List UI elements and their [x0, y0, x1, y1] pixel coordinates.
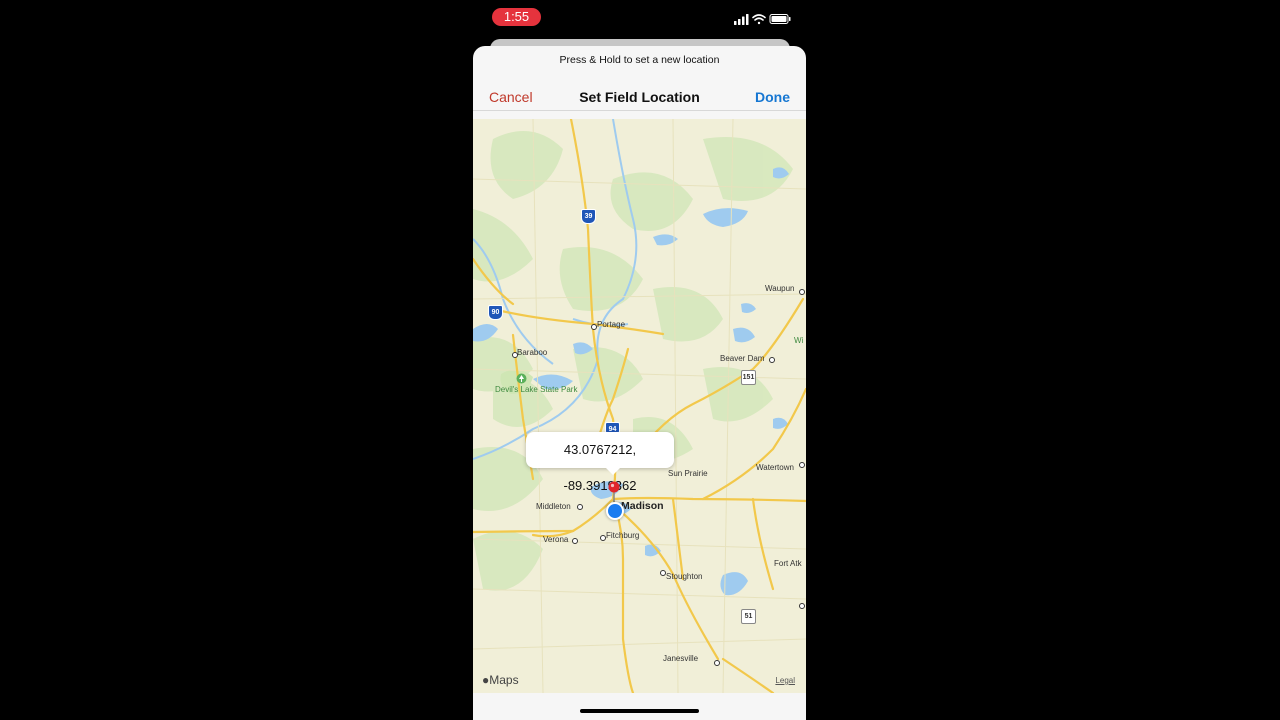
- status-time[interactable]: 1:55: [492, 8, 541, 26]
- place-label-janesville: Janesville: [663, 654, 699, 663]
- legal-link[interactable]: Legal: [775, 676, 795, 685]
- set-location-sheet: Press & Hold to set a new location Cance…: [473, 46, 806, 720]
- watertown-marker: [799, 462, 805, 468]
- battery-icon: [769, 14, 791, 24]
- place-label-baraboo: Baraboo: [517, 348, 548, 357]
- hint-text: Press & Hold to set a new location: [559, 54, 720, 66]
- maps-attribution-text: Maps: [489, 673, 519, 687]
- waupun-marker: [799, 289, 805, 295]
- user-location-icon: [606, 502, 624, 520]
- cancel-button[interactable]: Cancel: [489, 89, 533, 105]
- map-view[interactable]: Portage Baraboo Devil's Lake State Park …: [473, 119, 806, 693]
- done-button[interactable]: Done: [755, 89, 790, 105]
- map-base: [473, 119, 806, 693]
- beaver-dam-marker: [769, 357, 775, 363]
- edge-town-marker: [799, 603, 805, 609]
- place-label-stoughton: Stoughton: [666, 572, 703, 581]
- place-label-sun-prairie: Sun Prairie: [668, 469, 708, 478]
- place-label-devils-lake: Devil's Lake State Park: [495, 385, 578, 394]
- status-icons: [734, 14, 791, 25]
- place-label-middleton: Middleton: [536, 502, 571, 511]
- signal-icon: [734, 14, 749, 25]
- navigation-bar: Cancel Set Field Location Done: [473, 80, 806, 111]
- place-label-watertown: Watertown: [756, 463, 794, 472]
- place-label-wi: Wi: [794, 336, 804, 345]
- status-bar: 1:55: [473, 0, 806, 38]
- verona-marker: [572, 538, 578, 544]
- place-label-fitchburg: Fitchburg: [606, 531, 640, 540]
- janesville-marker: [714, 660, 720, 666]
- interstate-shield-90: 90: [488, 305, 503, 320]
- bottom-safe-area: [473, 693, 806, 720]
- place-label-fort-atkinson: Fort Atk: [774, 559, 802, 568]
- place-label-waupun: Waupun: [765, 284, 795, 293]
- coordinates-callout[interactable]: 43.0767212, -89.3919362: [526, 432, 674, 493]
- middleton-marker: [577, 504, 583, 510]
- wifi-icon: [752, 14, 766, 25]
- interstate-shield-39: 39: [581, 209, 596, 224]
- home-indicator[interactable]: [580, 709, 699, 713]
- place-label-verona: Verona: [543, 535, 569, 544]
- place-label-beaver-dam: Beaver Dam: [720, 354, 765, 363]
- route-shield-151: 151: [741, 370, 756, 385]
- maps-attribution: ●Maps: [482, 673, 519, 687]
- park-icon: [516, 373, 527, 384]
- route-shield-51: 51: [741, 609, 756, 624]
- place-label-portage: Portage: [597, 320, 626, 329]
